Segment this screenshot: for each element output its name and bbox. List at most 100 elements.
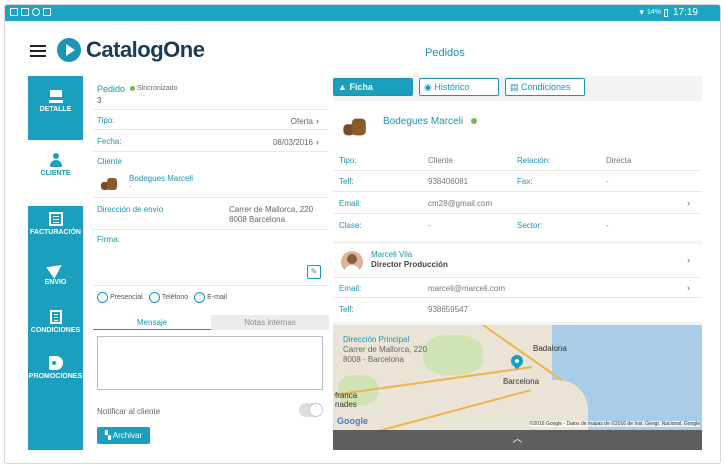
email-label: Email: bbox=[339, 284, 362, 293]
sidebar-item-detalle[interactable]: DETALLE bbox=[28, 76, 83, 140]
tipo-value-wrap: Oferta › bbox=[291, 116, 319, 126]
sidebar-item-label: CONDICIONES bbox=[30, 327, 81, 334]
radio-telefono[interactable]: Teléfono bbox=[148, 292, 189, 303]
app-icon bbox=[43, 8, 51, 16]
history-icon: ◉ bbox=[424, 82, 435, 92]
cart-icon bbox=[48, 89, 63, 103]
sidebar-item-condiciones[interactable]: CONDICIONES bbox=[28, 304, 83, 350]
tab-label: Histórico bbox=[434, 82, 470, 92]
document-icon bbox=[49, 310, 62, 324]
tab-label: Condiciones bbox=[521, 82, 571, 92]
tab-historico[interactable]: ◉ Histórico bbox=[419, 78, 499, 96]
email-value: marceli@marceli.com bbox=[428, 284, 506, 293]
direccion-label: Dirección de envío bbox=[97, 205, 164, 214]
archive-label: Archivar bbox=[112, 431, 143, 440]
chevron-right-icon: › bbox=[316, 116, 319, 126]
fax-label: Fax: bbox=[517, 177, 533, 186]
sector-value: - bbox=[606, 221, 609, 230]
tipo-value: Oferta bbox=[290, 117, 313, 126]
contact-name: Marceli Vila bbox=[371, 250, 413, 259]
document-icon: ▤ bbox=[510, 82, 522, 92]
cliente-row[interactable]: Cliente Bodegues Marceli - bbox=[93, 152, 329, 198]
tipo-row[interactable]: Tipo: Oferta › bbox=[93, 110, 329, 130]
contact-method-radios: Presencial Teléfono E-mail bbox=[97, 292, 227, 303]
sector-label: Sector: bbox=[517, 221, 543, 230]
avatar bbox=[341, 251, 363, 273]
radio-label: E-mail bbox=[207, 294, 227, 301]
fecha-row[interactable]: Fecha: 08/03/2016 › bbox=[93, 130, 329, 152]
map-label-franca: franca bbox=[335, 391, 358, 400]
tag-icon bbox=[48, 356, 63, 370]
battery-text: 14% bbox=[646, 9, 661, 16]
order-label: Pedido bbox=[97, 84, 126, 94]
chrome-icon bbox=[32, 8, 40, 16]
sidebar-item-facturacion[interactable]: FACTURACIÓN bbox=[28, 206, 83, 256]
email-row[interactable]: Email: cm28@gmail.com › bbox=[333, 192, 702, 214]
contact-email-row[interactable]: Email: marceli@marceli.com › bbox=[333, 278, 702, 298]
tab-ficha[interactable]: ▲ Ficha bbox=[333, 78, 413, 96]
tab-condiciones[interactable]: ▤ Condiciones bbox=[505, 78, 585, 96]
sync-dot bbox=[130, 85, 135, 91]
sidebar-item-label: FACTURACIÓN bbox=[30, 229, 81, 236]
client-panel: ▲ Ficha ◉ Histórico ▤ Condiciones Bodegu… bbox=[333, 76, 702, 450]
tab-label: Ficha bbox=[349, 82, 373, 92]
sidebar-item-promociones[interactable]: PROMOCIONES bbox=[28, 350, 83, 398]
fecha-value-wrap: 08/03/2016 › bbox=[273, 137, 319, 147]
app-header: CatalogOne Pedidos bbox=[5, 21, 720, 71]
tab-mensaje[interactable]: Mensaje bbox=[93, 315, 211, 330]
chevron-right-icon: › bbox=[687, 255, 690, 265]
archive-button[interactable]: ▚ Archivar bbox=[97, 427, 150, 444]
tab-notas-internas[interactable]: Notas internas bbox=[211, 315, 329, 330]
wifi-icon: ▾ bbox=[639, 7, 644, 17]
map-label-nades: nades bbox=[335, 400, 357, 409]
location-map[interactable]: Dirección Principal Carrer de Mallorca, … bbox=[333, 325, 702, 430]
chevron-up-icon: ︿ bbox=[512, 434, 523, 445]
relacion-label: Relación: bbox=[517, 156, 551, 165]
contact-row[interactable]: Marceli Vila Director Producción › bbox=[333, 244, 702, 278]
play-icon bbox=[57, 38, 81, 62]
radio-presencial[interactable]: Presencial bbox=[97, 292, 143, 303]
barrel-icon bbox=[343, 118, 368, 136]
app-window: ▾ 14% 17:19 CatalogOne Pedidos DETALLE C… bbox=[4, 4, 721, 464]
battery-icon bbox=[663, 8, 668, 17]
sidebar-item-cliente[interactable]: CLIENTE bbox=[28, 140, 83, 206]
sidebar-item-envio[interactable]: ENVIO bbox=[28, 256, 83, 304]
contact-card: Marceli Vila Director Producción › Email… bbox=[333, 244, 702, 322]
message-input[interactable] bbox=[97, 336, 323, 390]
direccion-row: Dirección de envío Carrer de Mallorca, 2… bbox=[93, 198, 329, 230]
radio-label: Teléfono bbox=[161, 294, 189, 301]
cliente-sub: - bbox=[129, 184, 132, 191]
map-expand-bar[interactable]: ︿ bbox=[333, 430, 702, 450]
client-card: Bodegues Marceli Tipo: Cliente Relación:… bbox=[333, 101, 702, 241]
tipo-label: Tipo: bbox=[97, 116, 115, 125]
order-panel: Pedido Sincronizado 3 Tipo: Oferta › Fech… bbox=[93, 76, 329, 450]
cliente-label: Cliente bbox=[97, 157, 122, 166]
barrel-icon bbox=[101, 178, 119, 190]
chevron-right-icon: › bbox=[687, 198, 690, 208]
pencil-icon: ✎ bbox=[310, 267, 318, 276]
map-address-title: Dirección Principal bbox=[343, 335, 410, 344]
edit-signature-button[interactable]: ✎ bbox=[307, 265, 321, 279]
firma-label: Firma: bbox=[97, 235, 120, 244]
tipo-value: Cliente bbox=[428, 156, 453, 165]
client-tabs: ▲ Ficha ◉ Histórico ▤ Condiciones bbox=[333, 76, 702, 98]
notify-label: Notificar al cliente bbox=[97, 407, 161, 416]
menu-icon[interactable] bbox=[30, 45, 46, 57]
order-header: Pedido Sincronizado 3 bbox=[93, 76, 329, 110]
tipo-relacion-row: Tipo: Cliente Relación: Directa bbox=[333, 150, 702, 171]
firma-row[interactable]: Firma: bbox=[93, 230, 329, 286]
map-park bbox=[423, 335, 483, 375]
notify-toggle[interactable] bbox=[299, 403, 323, 417]
user-icon: ▲ bbox=[338, 82, 350, 92]
radio-email[interactable]: E-mail bbox=[194, 292, 227, 303]
radio-label: Presencial bbox=[110, 294, 143, 301]
sidebar-item-label: ENVIO bbox=[44, 279, 67, 286]
sidebar-item-label: PROMOCIONES bbox=[28, 373, 83, 380]
telf-value: 938659547 bbox=[428, 305, 469, 314]
chevron-right-icon: › bbox=[687, 283, 690, 293]
sync-label: Sincronizado bbox=[137, 85, 178, 92]
contact-role: Director Producción bbox=[371, 260, 448, 269]
direccion-line2: 8008 Barcelona bbox=[229, 215, 286, 224]
direccion-line1: Carrer de Mallorca, 220 bbox=[229, 205, 314, 214]
map-label-barcelona: Barcelona bbox=[503, 377, 540, 386]
